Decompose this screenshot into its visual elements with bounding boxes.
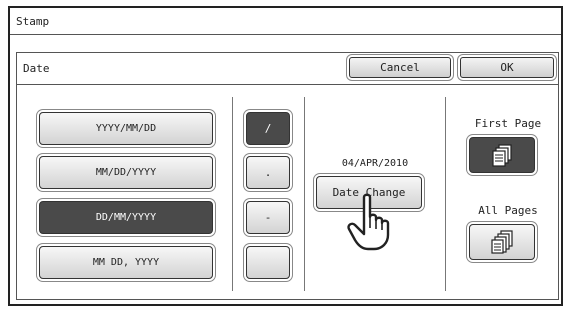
divider: [304, 97, 305, 291]
date-panel: Date Cancel OK YYYY/MM/DD MM/DD/YYYY DD/…: [16, 52, 559, 300]
divider: [232, 97, 233, 291]
pointing-hand-icon: [347, 193, 390, 251]
panel-header: Date Cancel OK: [17, 53, 558, 85]
first-page-button[interactable]: [469, 137, 535, 173]
separator-slash-button[interactable]: /: [246, 112, 290, 145]
format-mm-dd-yyyy-button[interactable]: MM/DD/YYYY: [39, 156, 213, 189]
all-pages-label: All Pages: [478, 204, 538, 217]
separator-dot-button[interactable]: .: [246, 156, 290, 189]
format-yyyy-mm-dd-button[interactable]: YYYY/MM/DD: [39, 112, 213, 145]
cancel-button[interactable]: Cancel: [349, 57, 451, 78]
all-pages-button[interactable]: [469, 224, 535, 260]
divider: [445, 97, 446, 291]
first-page-label: First Page: [474, 117, 542, 130]
format-mm-dd-yyyy-long-button[interactable]: MM DD, YYYY: [39, 246, 213, 279]
panel-label: Date: [23, 62, 50, 75]
current-date-value: 04/APR/2010: [341, 158, 409, 169]
title-bar: Stamp: [10, 8, 561, 35]
window-title: Stamp: [16, 15, 50, 28]
stamp-window: Stamp Date Cancel OK YYYY/MM/DD MM/DD/YY…: [8, 6, 563, 306]
separator-dash-button[interactable]: -: [246, 201, 290, 234]
format-dd-mm-yyyy-button[interactable]: DD/MM/YYYY: [39, 201, 213, 234]
single-page-stack-icon: [492, 144, 512, 167]
multi-page-stack-icon: [491, 230, 513, 254]
separator-space-button[interactable]: [246, 246, 290, 279]
ok-button[interactable]: OK: [460, 57, 554, 78]
